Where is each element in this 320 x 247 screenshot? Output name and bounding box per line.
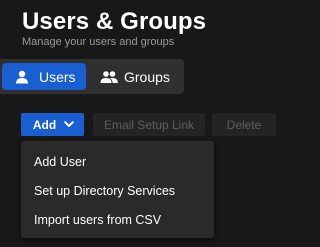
tab-users[interactable]: Users xyxy=(2,63,86,90)
page-title: Users & Groups xyxy=(22,8,207,35)
menu-item-directory-services[interactable]: Set up Directory Services xyxy=(21,176,214,205)
group-icon xyxy=(100,70,118,84)
add-dropdown-menu: Add User Set up Directory Services Impor… xyxy=(21,141,214,238)
page-subtitle: Manage your users and groups xyxy=(22,36,175,48)
menu-item-import-csv[interactable]: Import users from CSV xyxy=(21,205,214,234)
tab-groups-label: Groups xyxy=(124,68,170,85)
tab-users-label: Users xyxy=(39,68,76,85)
chevron-down-icon xyxy=(64,121,74,128)
email-setup-link-button[interactable]: Email Setup Link xyxy=(93,113,205,136)
users-groups-switch: Users Groups xyxy=(0,59,184,94)
tab-groups[interactable]: Groups xyxy=(100,63,180,90)
delete-button[interactable]: Delete xyxy=(212,113,276,136)
menu-item-add-user[interactable]: Add User xyxy=(21,147,214,176)
add-button[interactable]: Add xyxy=(21,113,84,136)
add-button-label: Add xyxy=(32,117,57,132)
user-icon xyxy=(15,70,33,84)
page-header: Users & Groups Manage your users and gro… xyxy=(22,8,206,48)
